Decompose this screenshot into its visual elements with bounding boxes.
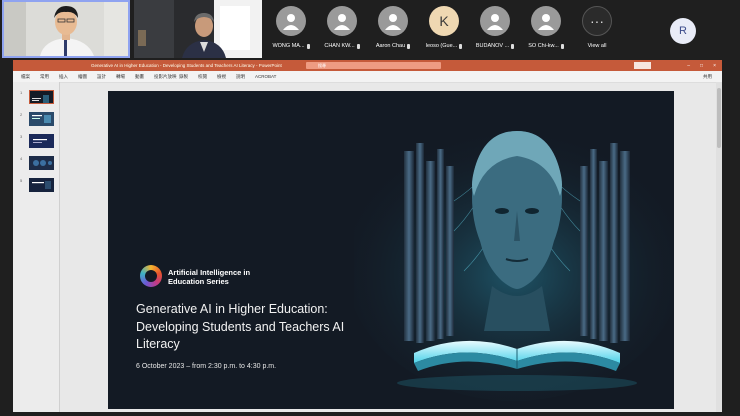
slide-thumbnail-4[interactable] — [29, 156, 54, 170]
ribbon-tab[interactable]: 校閱 — [198, 74, 207, 80]
mic-muted-icon — [511, 43, 515, 49]
user-avatar-icon — [480, 6, 510, 36]
user-avatar-icon — [531, 6, 561, 36]
slide-number: 2 — [20, 112, 23, 117]
ribbon-tab[interactable]: 投影片放映 — [154, 74, 177, 80]
series-logo-icon — [140, 265, 162, 287]
slide-thumbnail-2[interactable] — [29, 112, 54, 126]
ribbon-tab[interactable]: 檢視 — [217, 74, 226, 80]
title-bar: Generative AI in Higher Education - Deve… — [13, 60, 722, 71]
self-avatar[interactable]: R — [670, 18, 696, 44]
participant-name: Aaron Chau — [375, 43, 406, 49]
account-button[interactable] — [634, 62, 651, 69]
mic-muted-icon — [560, 43, 564, 49]
user-avatar-icon — [276, 6, 306, 36]
mic-muted-icon — [306, 43, 310, 49]
participant-name: leoso (Gue... — [425, 43, 458, 49]
participant-3[interactable]: Aaron Chau — [370, 6, 416, 49]
participant-name: WONG MA... — [272, 43, 305, 49]
participant-6[interactable]: SO Chi-kw... — [523, 6, 569, 49]
maximize-icon[interactable]: □ — [700, 63, 703, 69]
slide-number: 3 — [20, 134, 23, 139]
document-title: Generative AI in Higher Education - Deve… — [91, 63, 282, 68]
ribbon-tab[interactable]: 說明 — [236, 74, 245, 80]
ai-head-book-illustration — [354, 91, 674, 409]
slide-number: 1 — [20, 90, 23, 95]
slide-headline: Generative AI in Higher Education: Devel… — [136, 302, 345, 351]
ribbon-tab[interactable]: 動畫 — [135, 74, 144, 80]
ribbon-tab[interactable]: 錄製 — [179, 74, 188, 80]
view-all-button[interactable]: ··· View all — [574, 6, 620, 49]
close-icon[interactable]: × — [713, 63, 716, 69]
slide-number: 4 — [20, 156, 23, 161]
ribbon-tab[interactable]: 檔案 — [21, 74, 30, 80]
minimize-icon[interactable]: – — [687, 63, 690, 69]
slide-thumbnail-1[interactable] — [29, 90, 54, 104]
window-controls: – □ × — [687, 63, 716, 69]
meeting-top-bar: WONG MA... CHAN KW... Aaron Chau K leoso… — [0, 0, 740, 60]
ribbon-tab[interactable]: ACROBAT — [255, 74, 276, 79]
ribbon-tab[interactable]: 轉場 — [116, 74, 125, 80]
powerpoint-window: Generative AI in Higher Education - Deve… — [13, 60, 722, 416]
participant-5[interactable]: BUDANOV ... — [472, 6, 518, 49]
participant-name: SO Chi-kw... — [528, 43, 559, 49]
search-box[interactable]: 搜尋 — [306, 62, 441, 69]
ribbon-tab[interactable]: 繪圖 — [78, 74, 87, 80]
slide-thumbnail-3[interactable] — [29, 134, 54, 148]
participant-4[interactable]: K leoso (Gue... — [421, 6, 467, 49]
participant-2[interactable]: CHAN KW... — [319, 6, 365, 49]
initial-avatar: K — [429, 6, 459, 36]
slide-canvas[interactable]: Artificial Intelligence in Education Ser… — [108, 91, 674, 409]
share-button[interactable]: 共用 — [703, 74, 712, 80]
slide-thumbnail-pane: 1 2 3 4 5 — [13, 82, 60, 416]
view-all-label: View all — [587, 43, 607, 49]
mic-muted-icon — [459, 43, 463, 49]
slide-number: 5 — [20, 178, 23, 183]
ribbon-tab[interactable]: 插入 — [59, 74, 68, 80]
presenter-video — [4, 2, 128, 56]
user-avatar-icon — [327, 6, 357, 36]
participant-name: CHAN KW... — [324, 43, 355, 49]
participant-1[interactable]: WONG MA... — [268, 6, 314, 49]
more-icon: ··· — [582, 6, 612, 36]
slide-thumbnail-5[interactable] — [29, 178, 54, 192]
mic-muted-icon — [407, 43, 411, 49]
user-avatar-icon — [378, 6, 408, 36]
vertical-scrollbar[interactable] — [716, 82, 722, 416]
ribbon-tab[interactable]: 設計 — [97, 74, 106, 80]
scrollbar-thumb[interactable] — [717, 88, 721, 148]
mic-muted-icon — [356, 43, 360, 49]
ribbon-tabs: 檔案 常用 插入 繪圖 設計 轉場 動畫 投影片放映 錄製 校閱 檢視 說明 A… — [13, 71, 722, 83]
bottom-strip — [0, 412, 740, 416]
participant-name: BUDANOV ... — [475, 43, 510, 49]
search-placeholder: 搜尋 — [318, 63, 326, 68]
video-tile-presenter[interactable] — [2, 0, 130, 58]
ribbon-tab[interactable]: 常用 — [40, 74, 49, 80]
series-title: Artificial Intelligence in Education Ser… — [168, 268, 251, 286]
video-tile-participant[interactable] — [134, 0, 262, 58]
slide-date: 6 October 2023 – from 2:30 p.m. to 4:30 … — [136, 363, 277, 370]
participant-video — [134, 0, 262, 58]
